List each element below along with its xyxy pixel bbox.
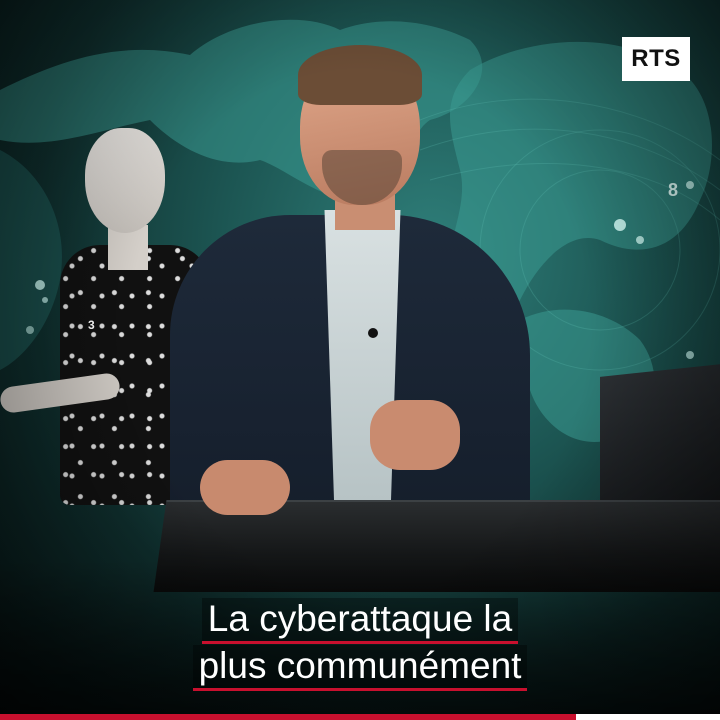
mannequin-head — [85, 128, 165, 233]
subtitle-line-2-text: plus communément — [192, 645, 528, 691]
subtitle-line-1-text: La cyberattaque la — [201, 598, 519, 644]
video-frame[interactable]: 8 3 RTS La cyberattaque la plus communém… — [0, 0, 720, 720]
dress-number-label: 3 — [88, 318, 95, 332]
subtitle-line-2: plus communément — [0, 645, 720, 691]
presenter-left-hand — [200, 460, 290, 515]
map-number-label: 8 — [668, 180, 679, 200]
presenter-right-hand — [370, 400, 460, 470]
presenter-hair — [298, 45, 422, 105]
video-progress-fill — [0, 714, 576, 720]
rts-logo: RTS — [622, 37, 690, 81]
video-progress-bar[interactable] — [0, 714, 720, 720]
lapel-mic-icon — [368, 328, 378, 338]
subtitle-line-1: La cyberattaque la — [0, 598, 720, 644]
